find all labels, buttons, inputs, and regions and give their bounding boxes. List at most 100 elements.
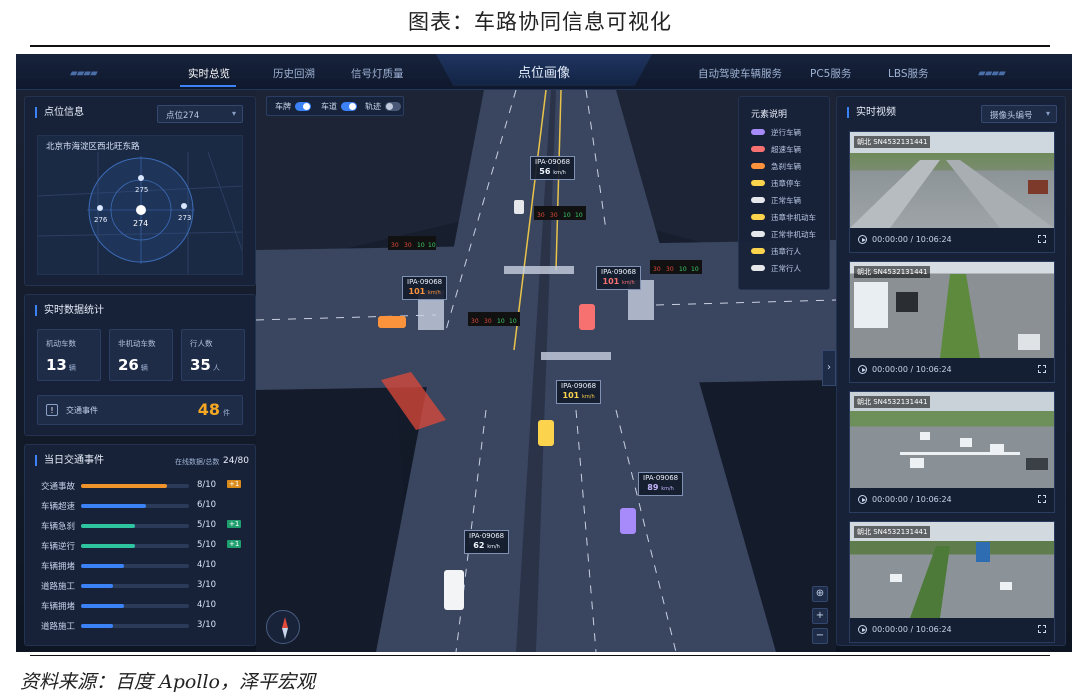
- incident-row[interactable]: 车辆拥堵 4/10: [35, 559, 247, 573]
- nav-tab-history[interactable]: 历史回溯: [273, 66, 315, 81]
- vehicle-tag[interactable]: IPA·09068 56 km/h: [530, 156, 576, 180]
- stats-panel-title: 实时数据统计: [35, 305, 104, 316]
- incident-progress-track: [81, 564, 189, 568]
- nav-tab-lbs-service[interactable]: LBS服务: [888, 66, 929, 81]
- minimap-point-275[interactable]: 275: [135, 186, 148, 194]
- traffic-event-label: 交通事件: [66, 406, 98, 415]
- legend-label: 正常非机动车: [771, 230, 816, 239]
- vehicle-tag[interactable]: IPA·09068 62 km/h: [464, 530, 510, 554]
- alert-icon: !: [46, 404, 58, 416]
- incident-progress-fill: [81, 584, 114, 588]
- incident-progress-track: [81, 504, 189, 508]
- legend-label: 违章停车: [771, 179, 801, 188]
- compass-icon[interactable]: [266, 610, 300, 644]
- stat-label: 机动车数: [46, 339, 76, 348]
- camera-id: 朝北 SN4532131441: [854, 136, 931, 148]
- traffic-event-card[interactable]: ! 交通事件 48 件: [37, 395, 243, 425]
- zoom-out-button[interactable]: −: [812, 628, 828, 644]
- video-frame: 朝北 SN4532131441: [850, 132, 1054, 228]
- stat-card-pedestrians: 行人数 35 人: [181, 329, 245, 381]
- figure-title: 图表：车路协同信息可视化: [408, 10, 672, 34]
- incident-value: 4/10: [197, 600, 217, 610]
- stat-card-nonmotor: 非机动车数 26 辆: [109, 329, 173, 381]
- vehicle-tag[interactable]: IPA·09068 101 km/h: [402, 276, 448, 300]
- incident-row[interactable]: 道路施工 3/10: [35, 579, 247, 593]
- fullscreen-icon[interactable]: [1038, 495, 1046, 503]
- legend-swatch: [751, 180, 765, 186]
- legend-swatch: [751, 163, 765, 169]
- video-feed[interactable]: 朝北 SN4532131441 00:00:00 / 10:06:24: [849, 521, 1055, 643]
- minimap[interactable]: 北京市海淀区西北旺东路 275 276 274 273: [37, 135, 243, 275]
- stat-card-vehicles: 机动车数 13 辆: [37, 329, 101, 381]
- legend-panel: 元素说明 逆行车辆 超速车辆 急刹车辆 违章停车 正常车辆 违章非机动车 正常非机动车 违章行…: [738, 96, 830, 290]
- vehicle-tag[interactable]: IPA·09068 101 km/h: [556, 380, 602, 404]
- nav-tab-realtime-overview[interactable]: 实时总览: [188, 66, 230, 81]
- online-label: 在线数据/总数: [175, 458, 220, 466]
- incident-label: 交通事故: [41, 482, 76, 492]
- svg-text:10: 10: [563, 212, 571, 219]
- video-time: 00:00:00 / 10:06:24: [872, 235, 952, 244]
- center-tab-title[interactable]: 点位画像: [436, 62, 652, 81]
- play-icon[interactable]: [858, 625, 867, 634]
- incident-progress-track: [81, 544, 189, 548]
- zoom-in-button[interactable]: +: [812, 608, 828, 624]
- incident-progress-fill: [81, 604, 125, 608]
- nav-tab-signal-quality[interactable]: 信号灯质量: [351, 66, 404, 81]
- play-icon[interactable]: [858, 235, 867, 244]
- video-frame: 朝北 SN4532131441: [850, 392, 1054, 488]
- incident-row[interactable]: 交通事故 8/10 +1: [35, 479, 247, 493]
- top-navbar: ▰▰▰▰ 实时总览 历史回溯 信号灯质量 点位画像 自动驾驶车辆服务 PC5服务…: [16, 54, 1072, 90]
- stat-label: 行人数: [190, 339, 213, 348]
- camera-select-value: 摄像头编号: [990, 111, 1033, 121]
- incident-value: 5/10: [197, 520, 217, 530]
- incident-row[interactable]: 道路施工 3/10: [35, 619, 247, 633]
- fullscreen-icon[interactable]: [1038, 235, 1046, 243]
- video-panel-title: 实时视频: [847, 107, 896, 118]
- minimap-point-274[interactable]: 274: [133, 219, 148, 228]
- layer-toggle-bar: 车牌 车道 轨迹: [266, 96, 404, 116]
- legend-swatch: [751, 197, 765, 203]
- vehicle-tag[interactable]: IPA·09068 89 km/h: [638, 472, 684, 496]
- minimap-point-273[interactable]: 273: [178, 214, 191, 222]
- nav-active-indicator: [180, 85, 236, 87]
- incident-progress-track: [81, 484, 189, 488]
- minimap-point-276[interactable]: 276: [94, 216, 107, 224]
- video-feed[interactable]: 朝北 SN4532131441 00:00:00 / 10:06:24: [849, 131, 1055, 253]
- figure-top-rule: [30, 45, 1050, 47]
- incident-row[interactable]: 车辆拥堵 4/10: [35, 599, 247, 613]
- video-time: 00:00:00 / 10:06:24: [872, 625, 952, 634]
- fullscreen-icon[interactable]: [1038, 365, 1046, 373]
- collapse-panel-button[interactable]: ›: [822, 350, 836, 386]
- toggle-plate-switch[interactable]: [295, 102, 311, 111]
- toggle-lane-switch[interactable]: [341, 102, 357, 111]
- point-select[interactable]: 点位274 ▾: [157, 105, 243, 123]
- camera-id: 朝北 SN4532131441: [854, 266, 931, 278]
- incident-row[interactable]: 车辆逆行 5/10 +1: [35, 539, 247, 553]
- vehicle-tag[interactable]: IPA·09068 101 km/h: [596, 266, 642, 290]
- camera-select[interactable]: 摄像头编号 ▾: [981, 105, 1057, 123]
- locate-button[interactable]: ⊕: [812, 586, 828, 602]
- incident-label: 道路施工: [41, 622, 76, 632]
- svg-text:30: 30: [404, 242, 412, 249]
- video-controls: 00:00:00 / 10:06:24: [850, 228, 1054, 252]
- play-icon[interactable]: [858, 495, 867, 504]
- incident-progress-fill: [81, 484, 168, 488]
- nav-decoration-right: ▰▰▰▰: [978, 68, 1006, 79]
- video-feed[interactable]: 朝北 SN4532131441 00:00:00 / 10:06:24: [849, 261, 1055, 383]
- legend-swatch: [751, 265, 765, 271]
- incident-row[interactable]: 车辆超速 6/10: [35, 499, 247, 513]
- play-icon[interactable]: [858, 365, 867, 374]
- video-feed[interactable]: 朝北 SN4532131441 00:00:00 / 10:06:24: [849, 391, 1055, 513]
- incident-value: 5/10: [197, 540, 217, 550]
- incident-row[interactable]: 车辆急刹 5/10 +1: [35, 519, 247, 533]
- nav-tab-pc5-service[interactable]: PC5服务: [810, 66, 851, 81]
- legend-title: 元素说明: [751, 110, 788, 120]
- fullscreen-icon[interactable]: [1038, 625, 1046, 633]
- stats-panel: 实时数据统计 机动车数 13 辆 非机动车数 26 辆 行人数 35 人 ! 交通事件…: [24, 294, 256, 436]
- toggle-track-switch[interactable]: [385, 102, 401, 111]
- svg-text:30: 30: [484, 318, 492, 325]
- nav-tab-autonomous-service[interactable]: 自动驾驶车辆服务: [698, 66, 782, 81]
- video-time: 00:00:00 / 10:06:24: [872, 495, 952, 504]
- incident-label: 车辆拥堵: [41, 562, 76, 572]
- incident-badge: +1: [227, 480, 242, 488]
